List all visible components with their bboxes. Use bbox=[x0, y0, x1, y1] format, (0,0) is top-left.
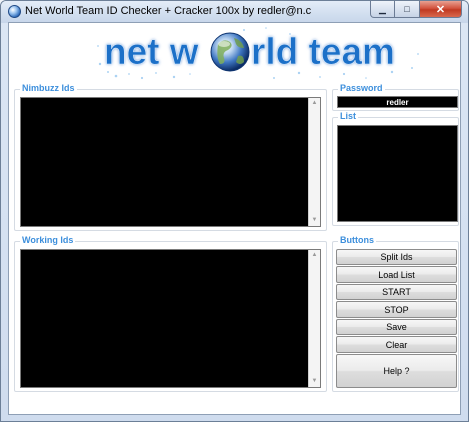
nimbuzz-ids-label: Nimbuzz Ids bbox=[20, 83, 77, 93]
password-input[interactable]: redler bbox=[337, 96, 458, 108]
buttons-group: Buttons Split Ids Load List START STOP S… bbox=[332, 235, 459, 392]
title-bar[interactable]: Net World Team ID Checker + Cracker 100x… bbox=[1, 1, 468, 23]
window-title: Net World Team ID Checker + Cracker 100x… bbox=[25, 5, 312, 17]
password-label: Password bbox=[338, 83, 385, 93]
nimbuzz-ids-textarea[interactable]: ▲ ▼ bbox=[20, 97, 321, 227]
start-button[interactable]: START bbox=[336, 284, 457, 300]
working-ids-scrollbar[interactable]: ▲ ▼ bbox=[308, 250, 320, 387]
list-label: List bbox=[338, 111, 359, 121]
client-area: net w rld team Nimbuzz Ids ▲ ▼ Working I… bbox=[8, 22, 461, 415]
clear-button[interactable]: Clear bbox=[336, 336, 457, 353]
working-ids-label: Working Ids bbox=[20, 235, 76, 245]
buttons-label: Buttons bbox=[338, 235, 376, 245]
scroll-up-icon[interactable]: ▲ bbox=[309, 250, 320, 261]
maximize-button[interactable]: □ bbox=[395, 1, 420, 18]
net-world-team-logo: net w rld team bbox=[97, 27, 419, 80]
app-window: Net World Team ID Checker + Cracker 100x… bbox=[0, 0, 469, 422]
close-icon: ✕ bbox=[435, 3, 446, 16]
minimize-icon: ▁ bbox=[379, 3, 386, 14]
nimbuzz-ids-group: Nimbuzz Ids ▲ ▼ bbox=[14, 83, 327, 231]
caption-buttons: ▁ □ ✕ bbox=[370, 1, 462, 19]
scroll-up-icon[interactable]: ▲ bbox=[309, 98, 320, 109]
nimbuzz-ids-scrollbar[interactable]: ▲ ▼ bbox=[308, 98, 320, 226]
working-ids-group: Working Ids ▲ ▼ bbox=[14, 235, 327, 392]
load-list-button[interactable]: Load List bbox=[336, 266, 457, 283]
list-box[interactable] bbox=[337, 125, 458, 222]
scroll-down-icon[interactable]: ▼ bbox=[309, 376, 320, 387]
working-ids-textarea[interactable]: ▲ ▼ bbox=[20, 249, 321, 388]
globe-icon bbox=[210, 32, 250, 72]
password-group: Password redler bbox=[332, 83, 459, 111]
app-globe-icon[interactable] bbox=[8, 5, 21, 18]
logo-text-rld-team: rld team bbox=[251, 31, 395, 72]
save-button[interactable]: Save bbox=[336, 319, 457, 335]
scroll-down-icon[interactable]: ▼ bbox=[309, 215, 320, 226]
logo-text-net-w: net w bbox=[104, 31, 199, 72]
split-ids-button[interactable]: Split Ids bbox=[336, 249, 457, 265]
maximize-icon: □ bbox=[404, 4, 410, 14]
help-button[interactable]: Help ? bbox=[336, 354, 457, 388]
list-group: List bbox=[332, 111, 459, 226]
close-button[interactable]: ✕ bbox=[420, 1, 462, 18]
stop-button[interactable]: STOP bbox=[336, 301, 457, 318]
minimize-button[interactable]: ▁ bbox=[370, 1, 395, 18]
